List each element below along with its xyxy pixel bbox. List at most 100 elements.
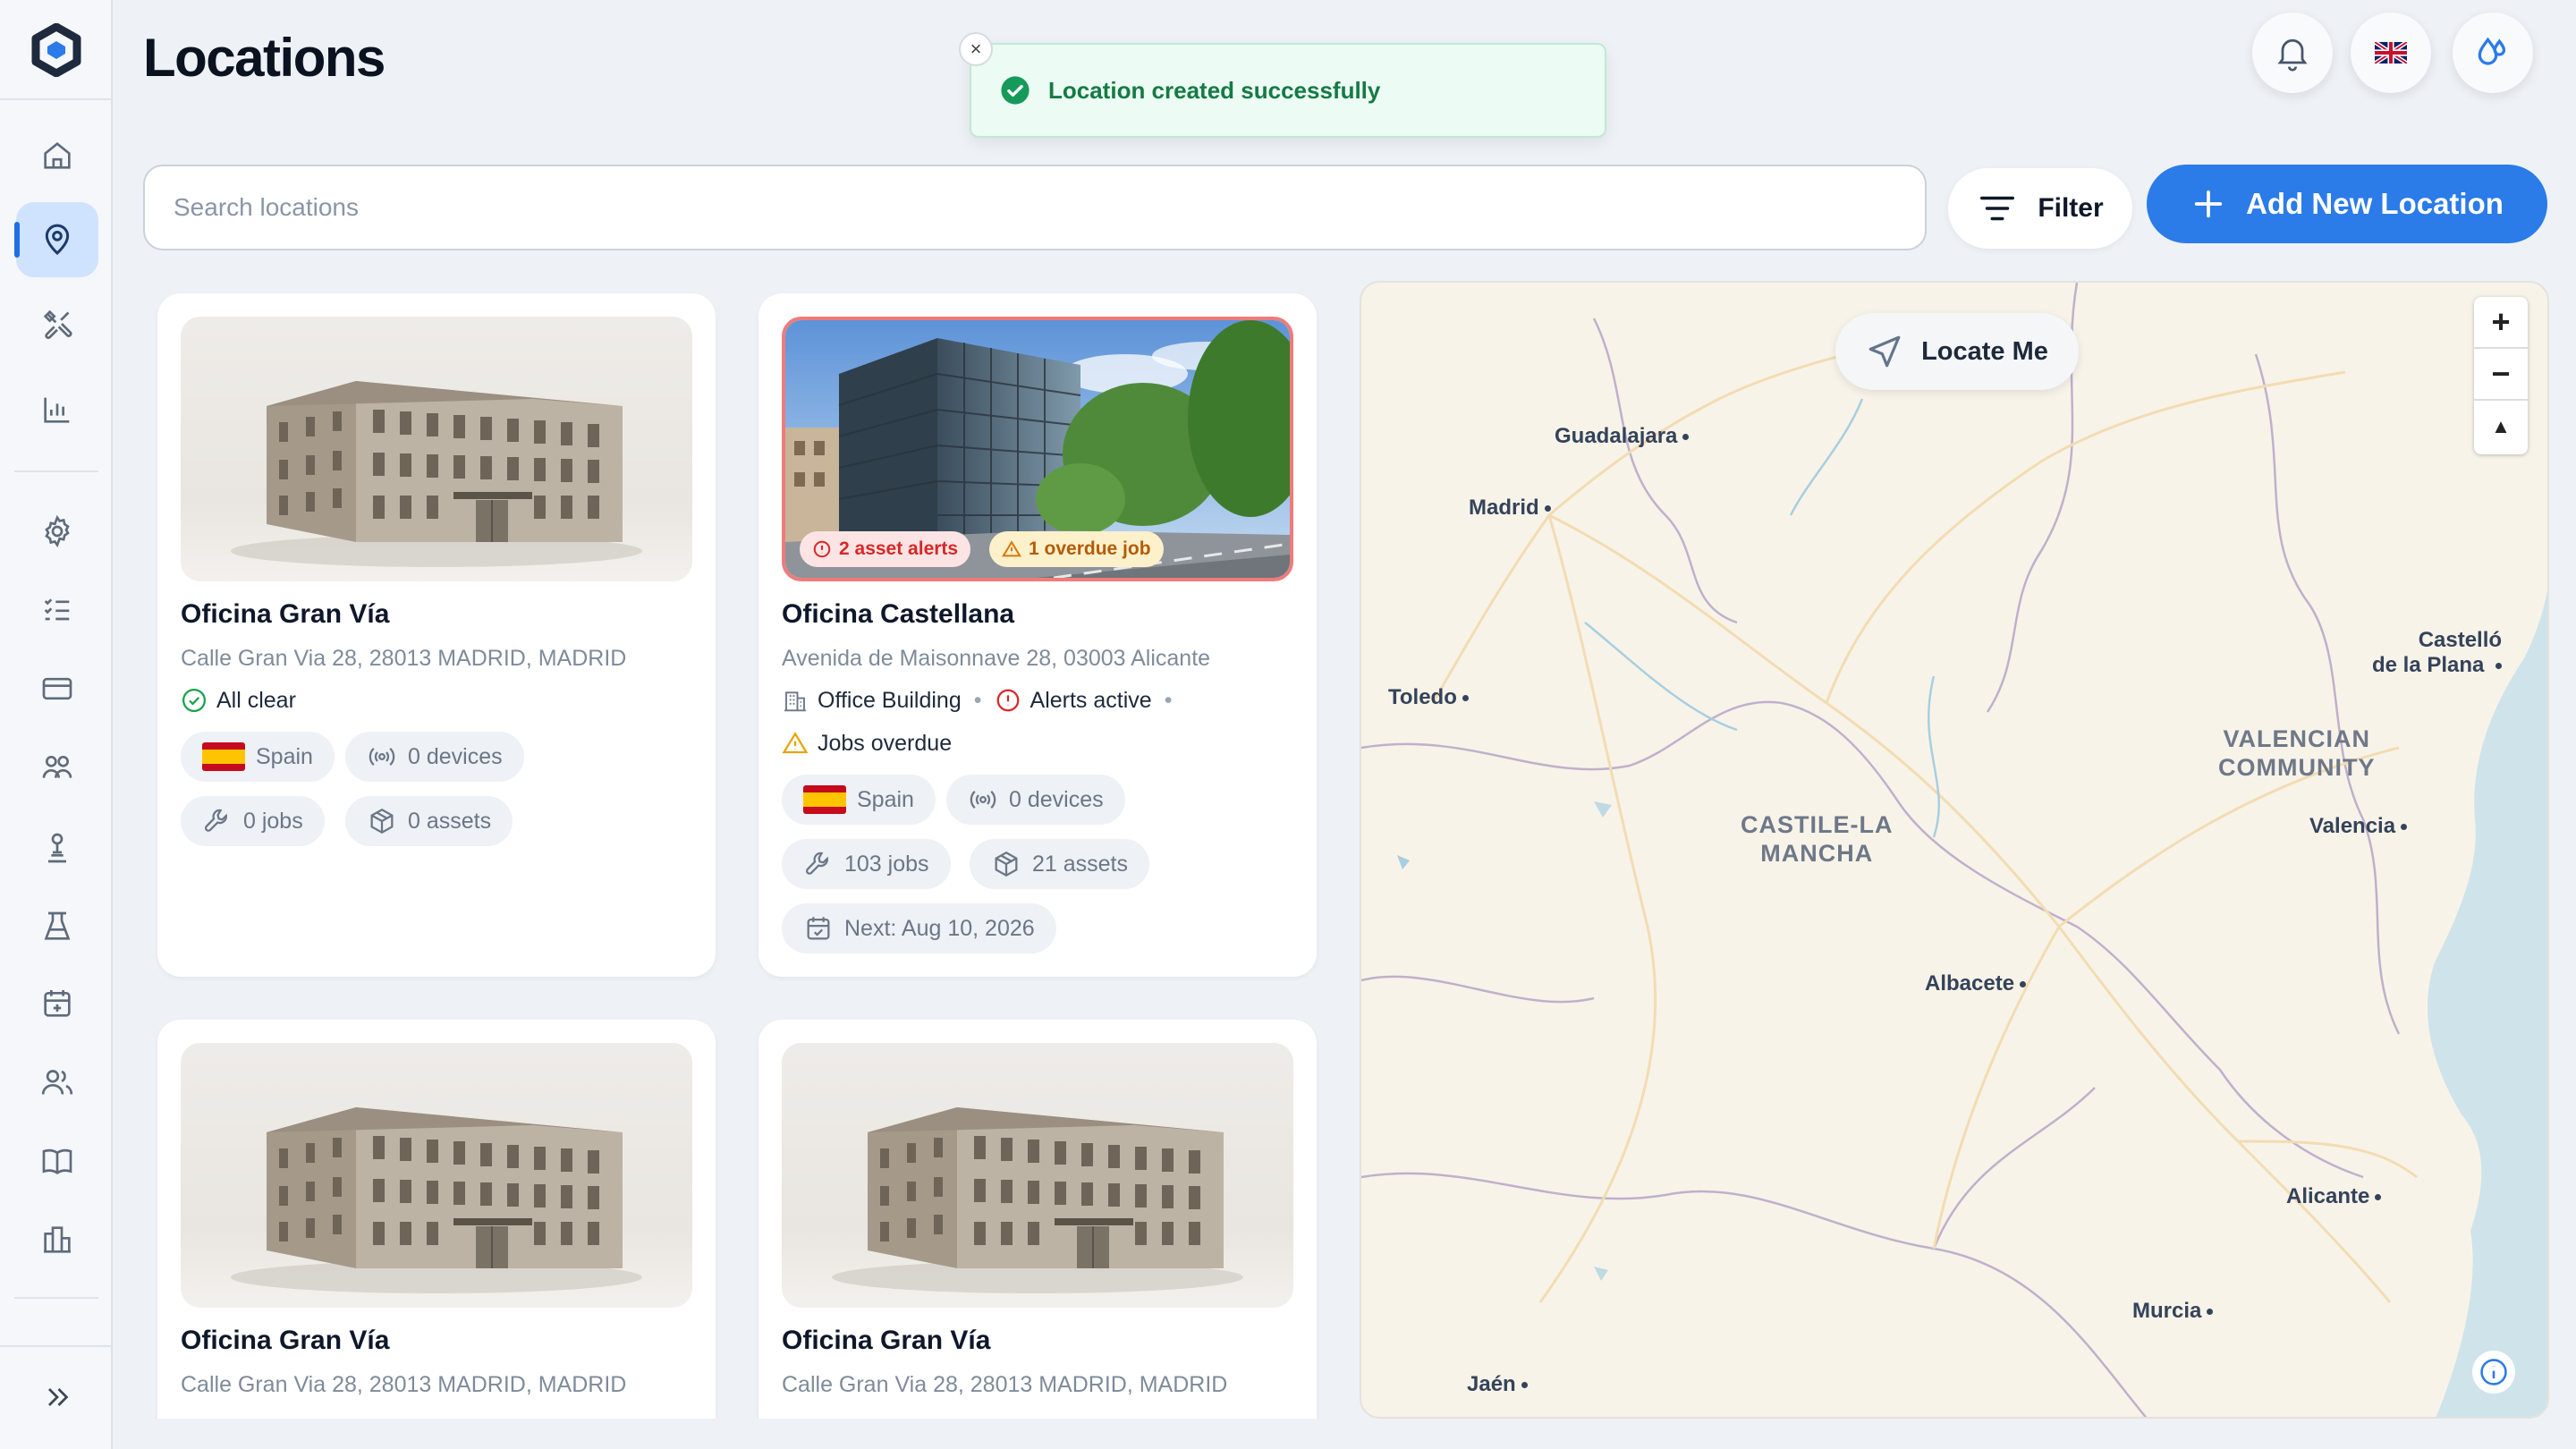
alert-circle-icon	[996, 689, 1019, 712]
castello-line-1: Castelló	[2418, 628, 2503, 652]
sidebar-item-settings[interactable]	[16, 494, 98, 569]
location-address: Calle Gran Via 28, 28013 MADRID, MADRID	[181, 1372, 627, 1397]
asset-alerts-badge: 2 asset alerts	[800, 531, 971, 567]
sidebar-item-users[interactable]	[16, 1045, 98, 1120]
sidebar-item-locations[interactable]	[14, 202, 98, 277]
sidebar-item-buildings[interactable]	[16, 1202, 98, 1277]
jobs-label: 103 jobs	[844, 851, 929, 877]
group-icon	[42, 756, 72, 778]
region-line-2: COMMUNITY	[2218, 754, 2376, 781]
status-label: All clear	[216, 687, 296, 713]
country-chip: Spain	[782, 775, 936, 825]
droplet-icon	[2478, 37, 2506, 65]
bell-icon	[2277, 38, 2308, 72]
sidebar-expand-button[interactable]	[16, 1360, 98, 1435]
location-address: Avenida de Maisonnave 28, 03003 Alicante	[782, 646, 1211, 671]
sidebar-item-teams[interactable]	[16, 730, 98, 805]
sidebar-item-billing[interactable]	[16, 651, 98, 726]
signal-icon	[970, 790, 996, 809]
zoom-controls: + − ▲	[2474, 297, 2528, 454]
reset-bearing-button[interactable]: ▲	[2474, 401, 2528, 453]
jobs-label: 0 jobs	[243, 808, 303, 834]
info-icon	[2480, 1359, 2507, 1385]
filter-button[interactable]: Filter	[1948, 168, 2132, 249]
locate-me-button[interactable]: Locate Me	[1835, 313, 2079, 390]
navigation-arrow-icon	[1868, 335, 1901, 368]
asset-alerts-label: 2 asset alerts	[839, 538, 959, 559]
devices-label: 0 devices	[1009, 786, 1104, 812]
box-icon	[370, 808, 394, 835]
overdue-badge: 1 overdue job	[989, 531, 1164, 567]
map-label-guadalajara: Guadalajara	[1555, 424, 1689, 449]
add-location-label: Add New Location	[2246, 187, 2504, 220]
location-name: Oficina Castellana	[782, 599, 1015, 629]
gear-icon	[45, 514, 70, 548]
location-card[interactable]: Oficina Gran Vía Calle Gran Via 28, 2801…	[157, 1020, 716, 1449]
map-region-valencian: VALENCIAN COMMUNITY	[2218, 724, 2375, 782]
toast-close-button[interactable]: ×	[959, 32, 993, 66]
locate-me-label: Locate Me	[1921, 336, 2048, 366]
zoom-in-button[interactable]: +	[2474, 297, 2528, 349]
location-name: Oficina Gran Vía	[181, 599, 390, 629]
location-photo: 2 asset alerts 1 overdue job	[782, 317, 1293, 581]
spain-flag-icon	[202, 742, 245, 771]
assets-chip: 21 assets	[970, 839, 1150, 889]
sidebar-divider	[0, 1345, 113, 1347]
assets-label: 0 assets	[408, 808, 492, 834]
toast-message: Location created successfully	[1048, 76, 1381, 104]
map-view[interactable]: Locate Me + − ▲ Guadalajara Madrid Toled…	[1360, 281, 2549, 1419]
list-bottom-edge	[114, 1419, 1358, 1449]
sidebar-item-analytics[interactable]	[16, 372, 98, 447]
sidebar-divider	[14, 1297, 98, 1299]
sidebar-item-docs[interactable]	[16, 1123, 98, 1199]
separator-dot: •	[1164, 687, 1173, 713]
location-card[interactable]: 2 asset alerts 1 overdue job Oficina Cas…	[758, 293, 1317, 977]
search-input[interactable]	[143, 165, 1927, 250]
country-label: Spain	[857, 786, 914, 812]
next-service-label: Next: Aug 10, 2026	[844, 915, 1035, 941]
map-label-toledo: Toledo	[1388, 685, 1469, 710]
flask-icon	[44, 911, 71, 940]
location-address: Calle Gran Via 28, 28013 MADRID, MADRID	[782, 1372, 1228, 1397]
sidebar-item-tools[interactable]	[16, 286, 98, 361]
app-logo[interactable]	[30, 22, 83, 78]
sidebar	[0, 0, 113, 1449]
sidebar-item-checklists[interactable]	[16, 572, 98, 648]
sidebar-divider	[14, 470, 98, 472]
check-circle-icon	[1001, 76, 1030, 105]
zoom-out-button[interactable]: −	[2474, 349, 2528, 401]
warning-triangle-icon	[782, 732, 809, 754]
add-location-button[interactable]: Add New Location	[2147, 165, 2547, 243]
country-label: Spain	[256, 743, 313, 769]
map-info-button[interactable]	[2472, 1351, 2515, 1394]
home-icon	[44, 141, 71, 169]
tools-icon	[43, 309, 72, 339]
alert-circle-icon	[813, 540, 831, 558]
location-image	[181, 1043, 692, 1308]
book-icon	[42, 1148, 72, 1174]
chevrons-right-icon	[48, 1388, 69, 1406]
notifications-button[interactable]	[2252, 13, 2333, 93]
bar-chart-icon	[44, 397, 70, 423]
region-line-1: CASTILE-LA	[1741, 811, 1894, 838]
location-card[interactable]: Oficina Gran Vía Calle Gran Via 28, 2801…	[758, 1020, 1317, 1449]
check-circle-icon	[182, 689, 206, 712]
location-name: Oficina Gran Vía	[181, 1326, 390, 1355]
sidebar-item-lab[interactable]	[16, 889, 98, 964]
map-region-castile: CASTILE-LA MANCHA	[1741, 810, 1893, 868]
uk-flag-icon	[2375, 42, 2407, 64]
sidebar-item-operators[interactable]	[16, 810, 98, 886]
devices-chip: 0 devices	[345, 732, 524, 782]
language-button[interactable]	[2351, 13, 2431, 93]
box-icon	[995, 851, 1018, 877]
sidebar-item-calendar[interactable]	[16, 966, 98, 1041]
overdue-label: 1 overdue job	[1029, 538, 1151, 559]
sidebar-item-home[interactable]	[16, 118, 98, 193]
calendar-icon	[44, 990, 71, 1017]
success-toast: × Location created successfully	[959, 32, 1606, 138]
building-illustration	[231, 381, 642, 567]
page-title: Locations	[143, 28, 386, 88]
region-line-2: MANCHA	[1760, 840, 1874, 867]
brand-button[interactable]	[2453, 13, 2533, 93]
location-card[interactable]: Oficina Gran Vía Calle Gran Via 28, 2801…	[157, 293, 716, 977]
